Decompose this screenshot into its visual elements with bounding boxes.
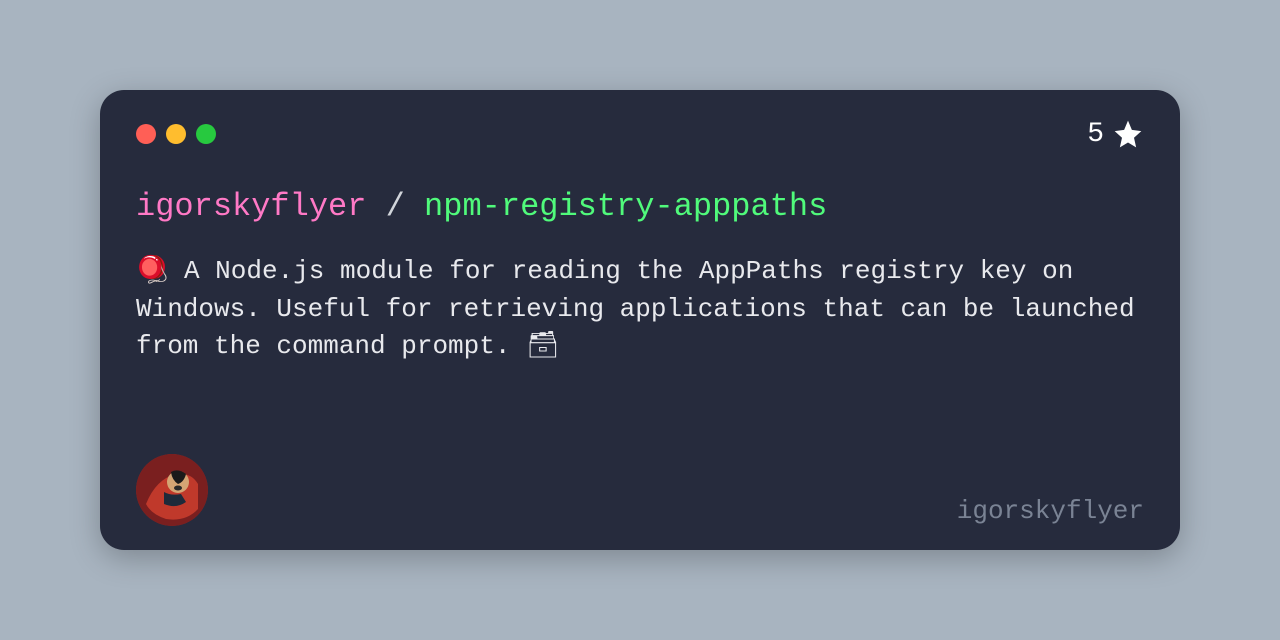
repo-card: 5 igorskyflyer / npm-registry-apppaths 🪀… xyxy=(100,90,1180,550)
repo-name[interactable]: npm-registry-apppaths xyxy=(424,188,827,225)
footer: igorskyflyer xyxy=(136,454,1144,526)
close-icon[interactable] xyxy=(136,124,156,144)
maximize-icon[interactable] xyxy=(196,124,216,144)
star-count: 5 xyxy=(1087,118,1144,150)
title-separator: / xyxy=(366,188,424,225)
top-bar: 5 xyxy=(136,118,1144,150)
traffic-lights xyxy=(136,124,216,144)
repo-description: 🪀 A Node.js module for reading the AppPa… xyxy=(136,253,1144,454)
minimize-icon[interactable] xyxy=(166,124,186,144)
username-label: igorskyflyer xyxy=(957,496,1144,526)
repo-owner[interactable]: igorskyflyer xyxy=(136,188,366,225)
repo-title: igorskyflyer / npm-registry-apppaths xyxy=(136,188,1144,225)
star-icon xyxy=(1112,118,1144,150)
avatar[interactable] xyxy=(136,454,208,526)
star-number: 5 xyxy=(1087,119,1104,150)
